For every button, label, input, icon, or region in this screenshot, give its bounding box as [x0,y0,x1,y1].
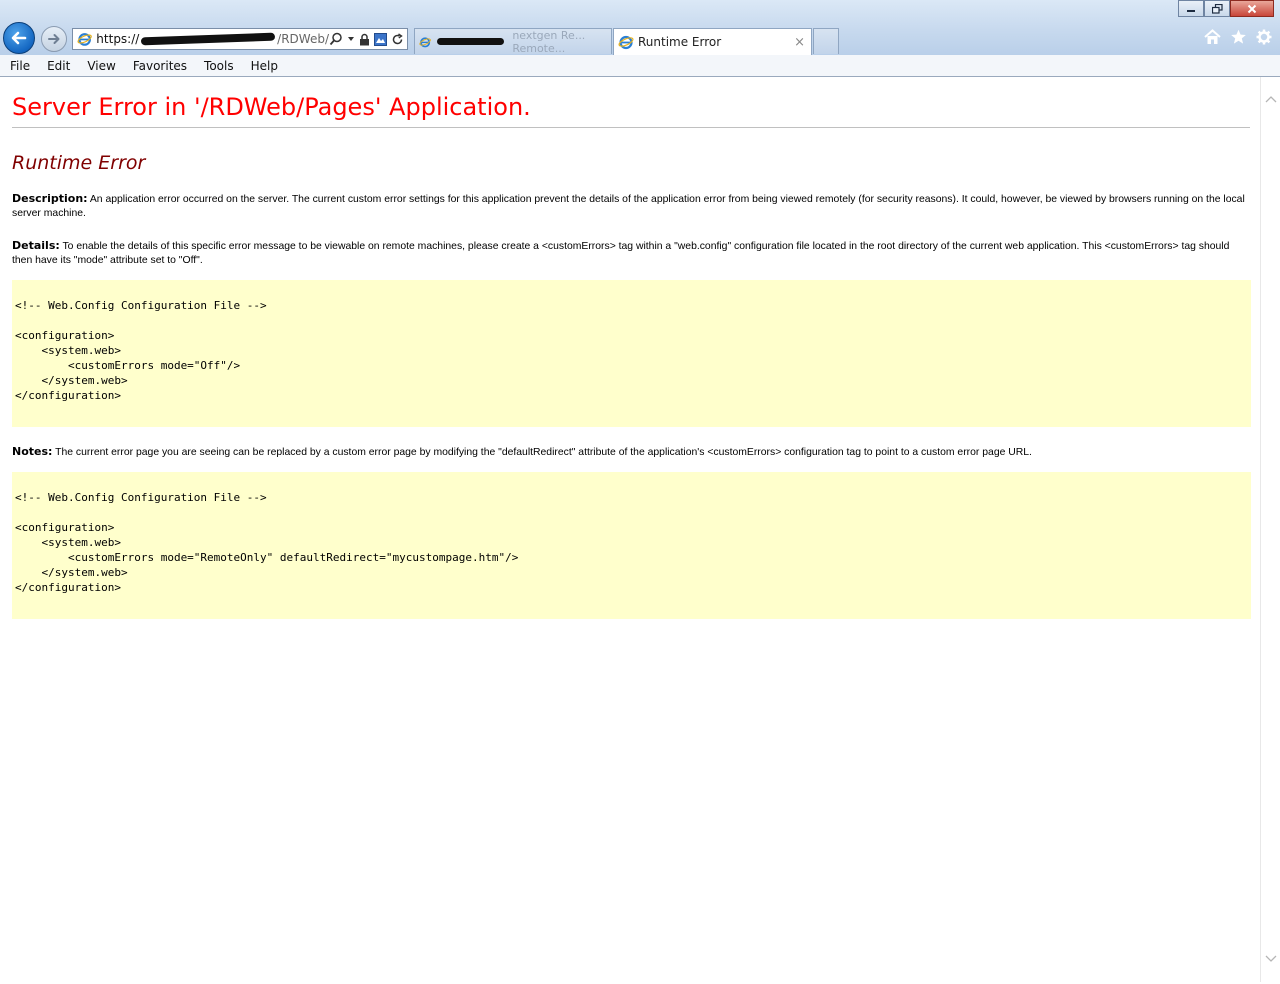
tab-label: Runtime Error [638,35,722,49]
home-icon[interactable] [1204,29,1221,45]
window-controls [1178,0,1274,17]
scroll-down-arrow-icon[interactable] [1265,955,1277,963]
scroll-up-arrow-icon[interactable] [1265,95,1277,103]
tab-close-icon[interactable]: × [794,35,805,50]
vertical-scrollbar[interactable] [1260,77,1280,982]
details-label: Details: [12,239,60,252]
menu-edit[interactable]: Edit [37,59,77,73]
minimize-icon [1187,9,1195,12]
star-icon[interactable] [1230,29,1247,45]
config-code-block-remoteonly: <!-- Web.Config Configuration File --> <… [12,472,1251,619]
menu-bar: File Edit View Favorites Tools Help [0,55,1280,77]
forward-arrow-icon [48,34,60,44]
minimize-button[interactable] [1178,0,1204,17]
ie-logo-icon [618,35,634,50]
notes-paragraph: Notes: The current error page you are se… [12,445,1248,460]
menu-tools[interactable]: Tools [194,59,241,73]
back-button[interactable] [3,22,35,54]
url-scheme: https:// [96,32,140,46]
tab-background[interactable]: nextgen Re... Remote... [414,28,612,55]
description-paragraph: Description: An application error occurr… [12,192,1248,221]
notes-text: The current error page you are seeing ca… [52,447,1032,458]
menu-help[interactable]: Help [241,59,285,73]
compatibility-view-icon[interactable] [374,32,387,46]
details-text: To enable the details of this specific e… [12,241,1230,266]
refresh-icon[interactable] [391,32,404,46]
back-arrow-icon [11,31,27,45]
menu-favorites[interactable]: Favorites [123,59,194,73]
new-tab-button[interactable] [813,28,839,54]
page-viewport: Server Error in '/RDWeb/Pages' Applicati… [0,77,1260,982]
menu-view[interactable]: View [77,59,122,73]
ie-logo-icon [77,33,92,46]
lock-icon[interactable] [359,33,370,46]
browser-tool-icons [1204,29,1272,45]
config-code-block-off: <!-- Web.Config Configuration File --> <… [12,280,1251,427]
address-bar[interactable]: https:// /RDWeb/ [72,28,408,50]
restore-icon [1211,3,1223,14]
error-subtitle: Runtime Error [12,152,146,174]
search-icon[interactable] [329,32,343,46]
page-title: Server Error in '/RDWeb/Pages' Applicati… [12,93,1250,128]
description-label: Description: [12,192,88,205]
ie-logo-icon [419,36,431,47]
gear-icon[interactable] [1256,29,1272,45]
close-icon [1247,4,1257,13]
url-path: /RDWeb/ [277,32,329,46]
restore-button[interactable] [1204,0,1230,17]
description-text: An application error occurred on the ser… [12,194,1245,219]
tab-redacted-title [437,38,505,45]
menu-file[interactable]: File [0,59,37,73]
close-window-button[interactable] [1230,0,1274,17]
error-page: Server Error in '/RDWeb/Pages' Applicati… [0,77,1260,619]
details-paragraph: Details: To enable the details of this s… [12,239,1248,268]
forward-button[interactable] [41,26,67,52]
tab-runtime-error[interactable]: Runtime Error × [613,28,812,55]
url-redacted-host [141,32,276,46]
dropdown-icon[interactable] [347,35,355,43]
browser-titlebar: https:// /RDWeb/ nextgen Re... Remote...… [0,0,1280,55]
tab-faded-title: nextgen Re... Remote... [512,28,586,55]
notes-label: Notes: [12,445,53,458]
